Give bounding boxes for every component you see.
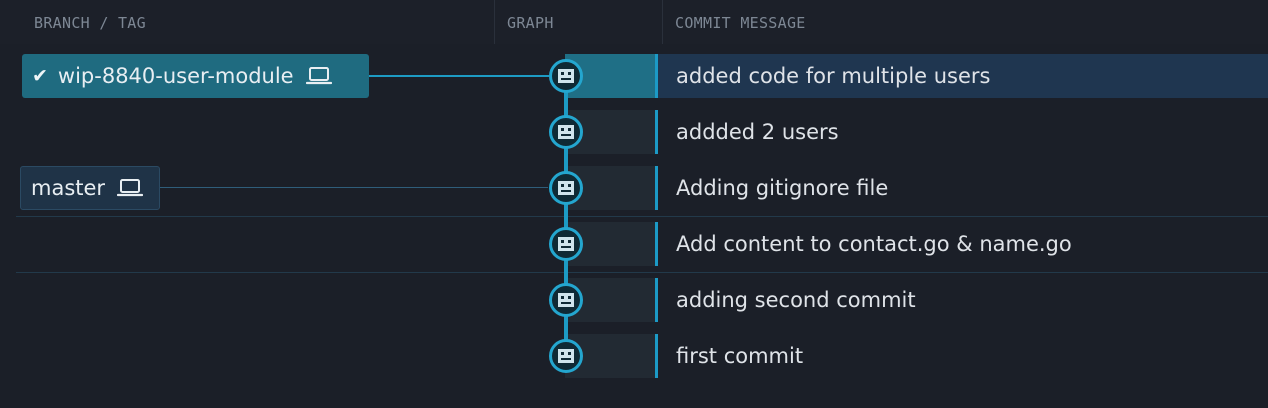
avatar-icon (558, 293, 574, 307)
laptop-icon (305, 66, 332, 86)
row-indicator (655, 54, 658, 98)
commit-row[interactable]: addded 2 users (0, 110, 1268, 166)
branch-name: wip-8840-user-module (57, 64, 294, 88)
branch-label[interactable]: master (20, 166, 160, 210)
row-indicator (655, 334, 658, 378)
column-divider[interactable] (662, 0, 663, 44)
column-divider[interactable] (494, 0, 495, 44)
branch-label-active[interactable]: ✔ wip-8840-user-module (22, 54, 369, 98)
commit-avatar[interactable] (549, 227, 583, 261)
commit-avatar[interactable] (549, 339, 583, 373)
commit-message[interactable]: adding second commit (676, 278, 916, 322)
commit-avatar[interactable] (549, 59, 583, 93)
commit-row[interactable]: Add content to contact.go & name.go (0, 222, 1268, 278)
graph-column-header[interactable]: GRAPH (507, 0, 554, 44)
branch-connector (369, 75, 549, 77)
branch-tag-column-header[interactable]: BRANCH / TAG (34, 0, 146, 44)
column-header: BRANCH / TAG GRAPH COMMIT MESSAGE (0, 0, 1268, 44)
row-indicator (655, 110, 658, 154)
checkmark-icon: ✔ (32, 65, 48, 87)
commit-avatar[interactable] (549, 115, 583, 149)
commit-message[interactable]: Add content to contact.go & name.go (676, 222, 1072, 266)
avatar-icon (558, 349, 574, 363)
commit-row[interactable]: first commit (0, 334, 1268, 390)
commit-message-column-header[interactable]: COMMIT MESSAGE (675, 0, 806, 44)
branch-name: master (31, 176, 106, 200)
row-divider (16, 272, 1268, 273)
row-indicator (655, 278, 658, 322)
commit-message[interactable]: added code for multiple users (676, 54, 991, 98)
row-divider (16, 216, 1268, 217)
commit-message[interactable]: addded 2 users (676, 110, 839, 154)
avatar-icon (558, 181, 574, 195)
branch-connector (160, 187, 548, 188)
avatar-icon (558, 125, 574, 139)
laptop-icon (117, 178, 144, 198)
commit-avatar[interactable] (549, 171, 583, 205)
commit-message[interactable]: first commit (676, 334, 803, 378)
commit-avatar[interactable] (549, 283, 583, 317)
row-indicator (655, 166, 658, 210)
row-indicator (655, 222, 658, 266)
commit-message[interactable]: Adding gitignore file (676, 166, 888, 210)
commit-row[interactable]: Adding gitignore file (0, 166, 1268, 222)
commit-row[interactable]: adding second commit (0, 278, 1268, 334)
avatar-icon (558, 69, 574, 83)
avatar-icon (558, 237, 574, 251)
